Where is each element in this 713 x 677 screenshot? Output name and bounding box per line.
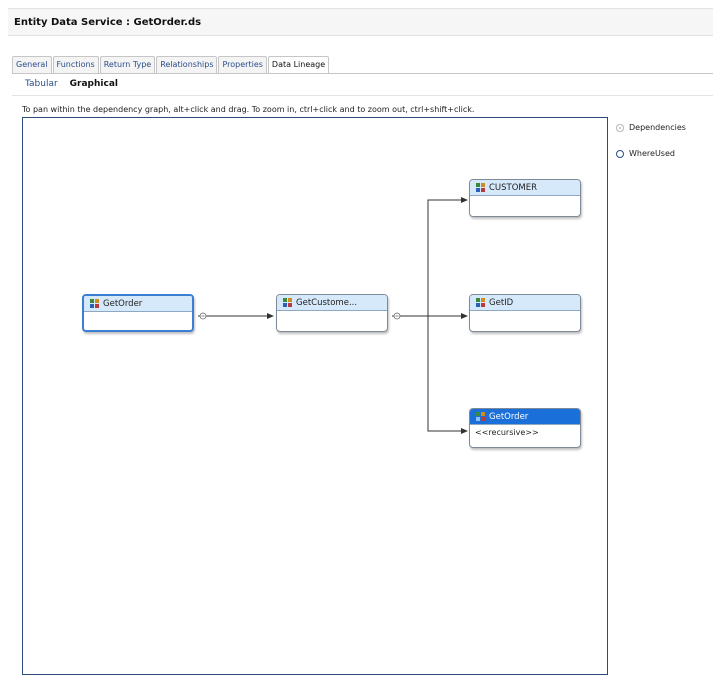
editor-title: Entity Data Service : GetOrder.ds	[14, 17, 202, 28]
node-label: GetOrder	[103, 298, 143, 309]
node-label: GetCustome...	[296, 297, 358, 308]
subtab-tabular[interactable]: Tabular	[25, 79, 58, 89]
whereused-radio[interactable]	[616, 149, 624, 158]
node-header: GetID	[470, 295, 580, 311]
graph-node-getorder-recursive[interactable]: GetOrder <<recursive>>	[469, 408, 581, 448]
tab-relationships[interactable]: Relationships	[156, 56, 218, 73]
subtab-graphical[interactable]: Graphical	[70, 79, 118, 89]
node-header: GetCustome...	[277, 295, 387, 311]
dependencies-label: Dependencies	[629, 123, 686, 132]
dependency-graph-canvas[interactable]: GetOrder GetCustome... CUSTOMER GetID Ge…	[22, 117, 608, 675]
option-whereused[interactable]: WhereUsed	[616, 149, 686, 158]
graph-node-customer[interactable]: CUSTOMER	[469, 179, 581, 217]
data-service-icon	[476, 411, 486, 422]
subtab-divider	[12, 95, 713, 96]
node-body-recursive: <<recursive>>	[475, 428, 539, 437]
graph-instructions: To pan within the dependency graph, alt+…	[22, 105, 475, 114]
node-header: GetOrder	[84, 296, 192, 312]
dependencies-radio[interactable]	[616, 123, 624, 132]
option-dependencies[interactable]: Dependencies	[616, 123, 686, 132]
graph-node-getcustomer[interactable]: GetCustome...	[276, 294, 388, 332]
data-service-icon	[283, 297, 293, 308]
data-service-icon	[476, 297, 486, 308]
tab-functions[interactable]: Functions	[52, 56, 99, 73]
editor-tab-bar: General Functions Return Type Relationsh…	[12, 56, 330, 74]
tab-divider	[12, 73, 713, 74]
node-header: CUSTOMER	[470, 180, 580, 196]
graph-node-getid[interactable]: GetID	[469, 294, 581, 332]
editor-title-bar: Entity Data Service : GetOrder.ds	[8, 8, 713, 36]
node-label: CUSTOMER	[489, 182, 538, 193]
tab-properties[interactable]: Properties	[218, 56, 267, 73]
tab-general[interactable]: General	[12, 56, 52, 73]
tab-return-type[interactable]: Return Type	[99, 56, 156, 73]
lineage-view-tabs: Tabular Graphical	[25, 79, 118, 89]
whereused-label: WhereUsed	[629, 149, 675, 158]
node-label: GetOrder	[489, 411, 529, 422]
node-header: GetOrder	[470, 409, 580, 425]
data-service-icon	[476, 182, 486, 193]
lineage-direction-options: Dependencies WhereUsed	[616, 123, 686, 175]
data-service-icon	[90, 298, 100, 309]
graph-node-getorder-root[interactable]: GetOrder	[82, 294, 194, 332]
tab-data-lineage[interactable]: Data Lineage	[267, 56, 330, 74]
node-label: GetID	[489, 297, 514, 308]
